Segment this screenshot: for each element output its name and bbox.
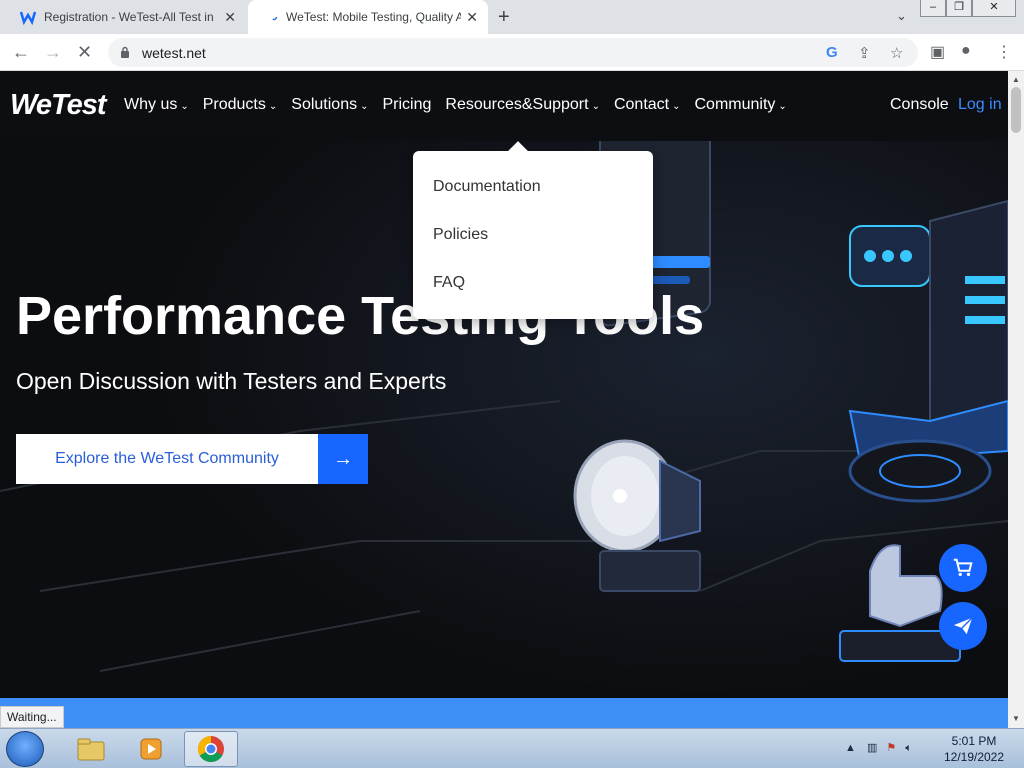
taskbar-media-player[interactable] [124,731,178,767]
loading-spinner-icon [270,13,278,21]
nav-label: Resources&Support [445,96,589,113]
network-icon[interactable]: ▥ [867,742,877,754]
scroll-up-icon[interactable]: ▲ [1012,75,1020,84]
lock-icon [121,46,129,58]
windows-start-button[interactable] [6,731,44,767]
show-hidden-icons-icon[interactable]: ▲ [845,742,856,754]
kebab-menu-icon[interactable]: ⋮ [996,42,1012,62]
scroll-down-icon[interactable]: ▼ [1012,714,1020,723]
nav-label: Products [202,96,266,113]
taskbar-explorer[interactable] [64,731,118,767]
system-tray: ▲ ▥ ⚑ 🔈︎ [845,741,912,755]
main-nav: Why us ⌄ Products ⌄ Solutions ⌄ Pricing Res… [124,96,801,114]
taskbar: ▲ ▥ ⚑ 🔈︎ 5:01 PM 12/19/2022 [0,728,1024,768]
dropdown-item-documentation[interactable]: Documentation [433,178,541,196]
next-section-strip [0,698,1008,728]
tab-title: WeTest: Mobile Testing, Quality A [286,10,461,24]
taskbar-clock[interactable]: 5:01 PM 12/19/2022 [940,733,1008,765]
nav-label: Solutions [291,96,358,113]
google-g-icon[interactable]: G [826,44,838,61]
dropdown-item-policies[interactable]: Policies [433,226,488,244]
share-icon[interactable]: ⇪ [858,44,871,62]
clock-time: 5:01 PM [951,734,997,748]
arrow-right-icon[interactable]: → [44,42,62,63]
address-bar[interactable]: wetest.net G ⇪ ☆ [108,38,918,67]
dropdown-item-faq[interactable]: FAQ [433,274,465,292]
toolbar: ← → ✕ wetest.net G ⇪ ☆ ▣ ● ⋮ [0,34,1024,71]
new-tab-button[interactable]: + [498,6,510,29]
explore-community-button[interactable]: Explore the WeTest Community → [16,434,368,484]
console-link[interactable]: Console [890,96,949,114]
star-icon[interactable]: ☆ [890,44,903,62]
nav-contact[interactable]: Contact ⌄ [614,96,681,114]
close-tab-icon[interactable]: ✕ [466,9,478,26]
media-player-icon [140,738,162,760]
nav-why-us[interactable]: Why us ⌄ [124,96,189,114]
site-navbar: WeTest Why us ⌄ Products ⌄ Solutions ⌄ Pric… [0,71,1008,141]
chevron-down-icon: ⌄ [180,101,189,112]
chevron-down-icon: ⌄ [360,101,369,112]
login-link[interactable]: Log in [958,96,1002,114]
volume-icon[interactable]: 🔈︎ [905,742,912,754]
nav-label: Contact [613,96,670,113]
paper-plane-icon [953,617,973,635]
cart-icon [953,558,973,577]
chevron-down-icon: ⌄ [268,101,278,112]
cta-label: Explore the WeTest Community [16,434,318,484]
maximize-button[interactable]: ❐ [946,0,972,17]
chevron-down-icon: ⌄ [591,101,600,112]
tab-wetest-active[interactable]: WeTest: Mobile Testing, Quality A ✕ [248,0,488,34]
nav-resources-support[interactable]: Resources&Support ⌄ [445,96,600,114]
tab-search-chevron-icon[interactable]: ⌄ [896,8,907,24]
close-tab-icon[interactable]: ✕ [224,9,236,26]
window-close-button[interactable]: ✕ [972,0,1016,17]
stop-loading-icon[interactable]: ✕ [77,42,92,63]
loading-status: Waiting... [0,706,64,728]
windows-explorer-icon [77,738,105,761]
side-panel-icon[interactable]: ▣ [930,42,945,62]
arrow-left-icon[interactable]: ← [12,42,30,63]
nav-label: Why us [124,96,178,113]
clock-date: 12/19/2022 [943,750,1005,764]
action-center-flag-icon[interactable]: ⚑ [886,742,896,754]
chevron-down-icon: ⌄ [672,101,681,112]
chrome-icon [197,735,224,763]
hero-subtitle: Open Discussion with Testers and Experts [16,368,447,394]
wetest-logo[interactable]: WeTest [10,89,107,122]
arrow-right-icon: → [318,434,368,484]
cart-button[interactable] [939,544,987,592]
nav-community[interactable]: Community ⌄ [695,96,787,114]
url-text[interactable]: wetest.net [142,45,206,61]
telegram-button[interactable] [939,602,987,650]
taskbar-chrome[interactable] [184,731,238,767]
profile-icon[interactable]: ● [961,42,971,60]
wetest-favicon-icon [20,11,36,25]
tab-title: Registration - WeTest-All Test in [44,10,214,24]
window-controls: – ❐ ✕ [920,0,1016,17]
scroll-thumb[interactable] [1011,87,1021,133]
chevron-down-icon: ⌄ [778,101,787,112]
resources-support-dropdown: Documentation Policies FAQ [413,151,653,319]
page-scrollbar[interactable]: ▲ ▼ [1008,71,1024,728]
webpage: WeTest Why us ⌄ Products ⌄ Solutions ⌄ Pric… [0,71,1008,728]
tab-registration[interactable]: Registration - WeTest-All Test in ✕ [8,0,246,34]
nav-solutions[interactable]: Solutions ⌄ [291,96,368,114]
nav-pricing[interactable]: Pricing [382,96,431,114]
tab-strip: Registration - WeTest-All Test in ✕ WeTe… [0,0,1024,34]
nav-label: Pricing [382,96,432,113]
nav-label: Community [694,96,776,113]
nav-products[interactable]: Products ⌄ [203,96,278,114]
minimize-button[interactable]: – [920,0,946,17]
